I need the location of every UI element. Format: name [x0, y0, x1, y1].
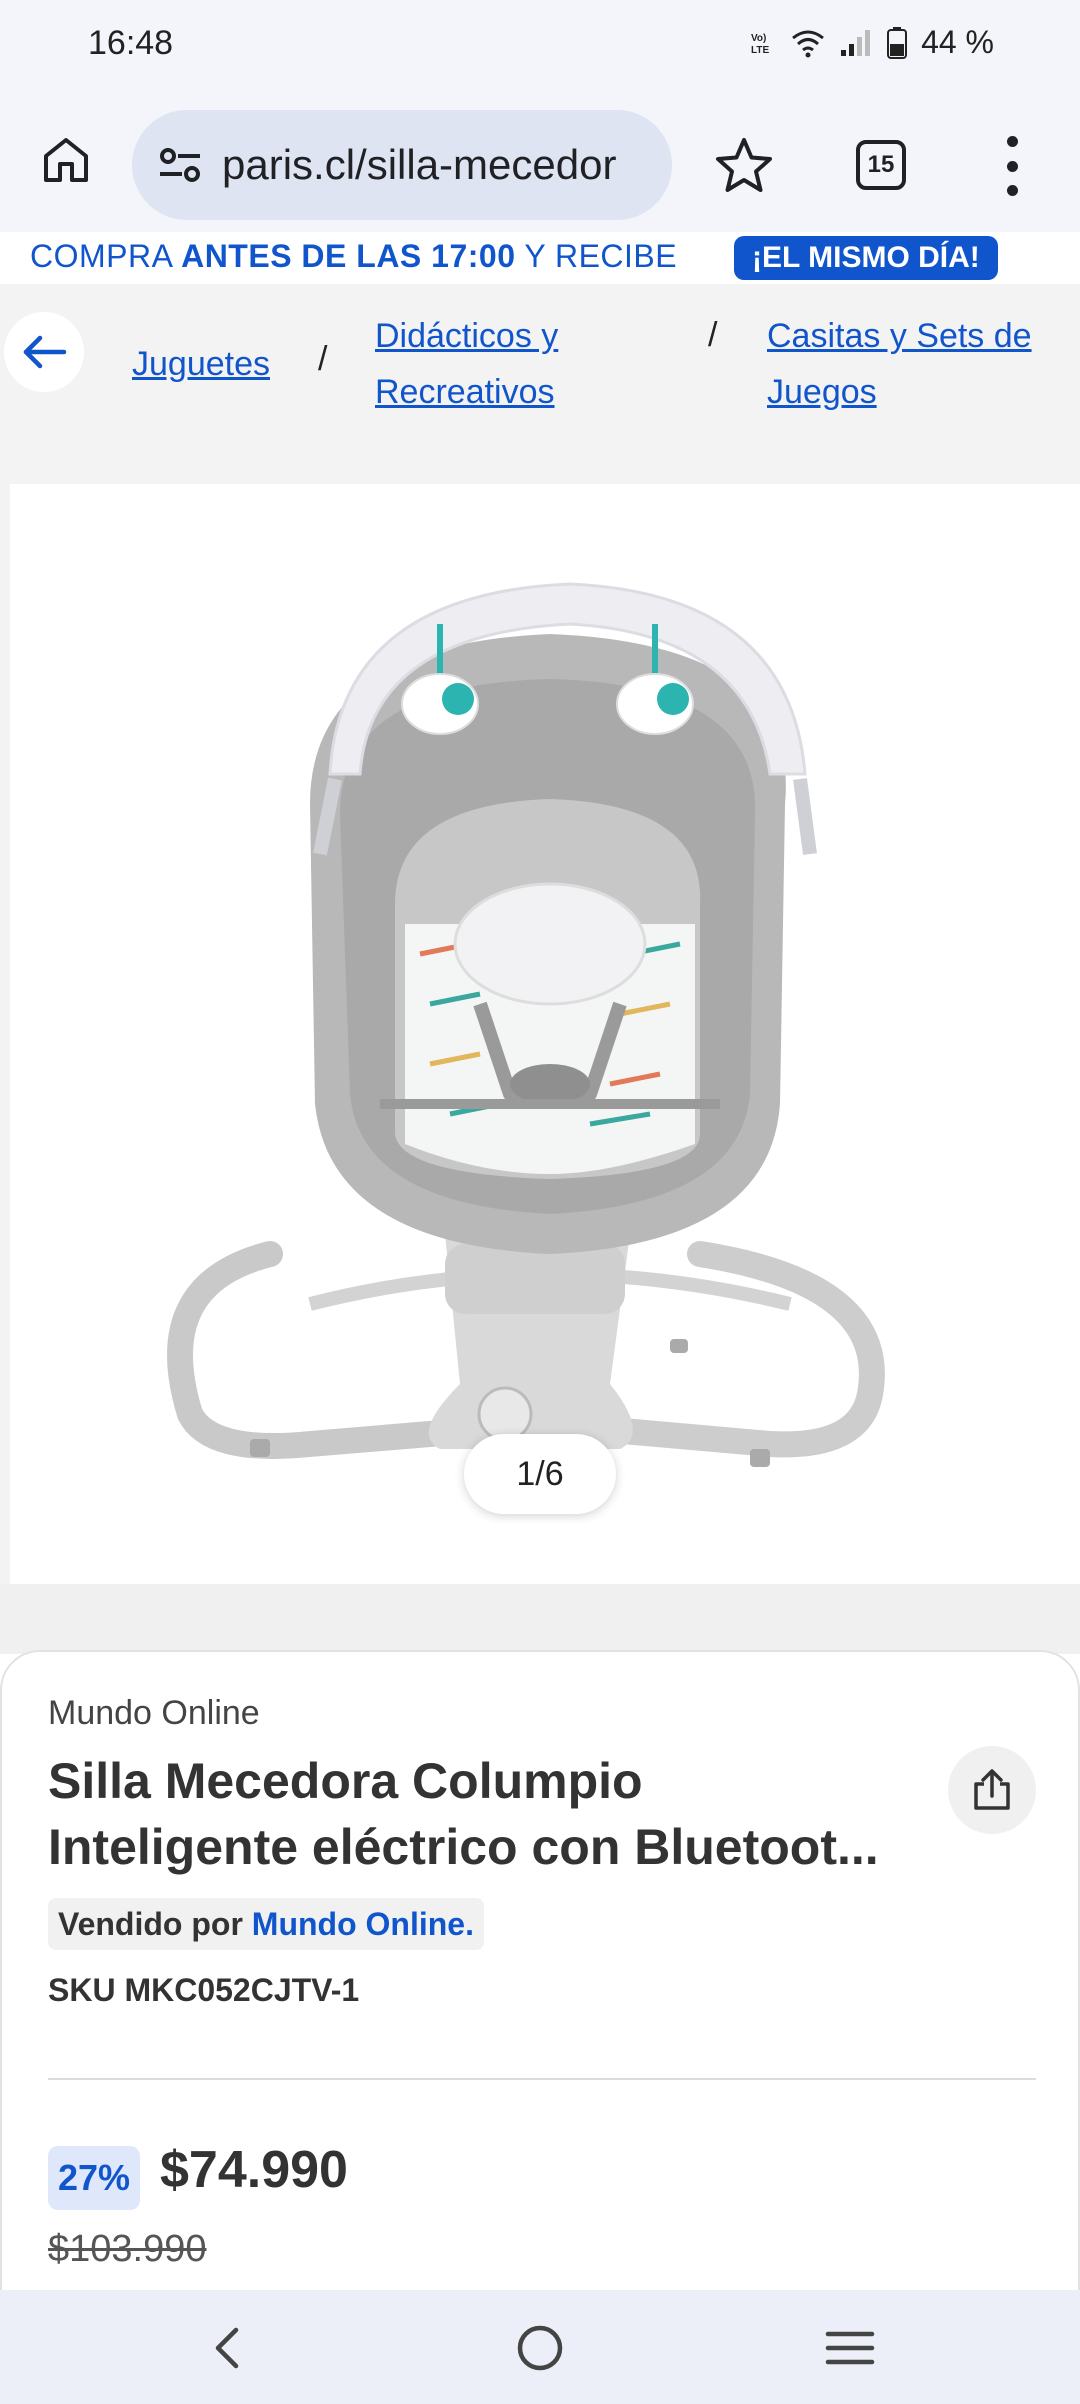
sold-by-seller-link[interactable]: Mundo Online. — [252, 1906, 474, 1942]
promo-text-part2: Y RECIBE — [515, 238, 678, 274]
bookmark-button[interactable] — [712, 134, 776, 198]
browser-menu-button[interactable] — [1000, 136, 1024, 196]
system-navigation-bar — [0, 2290, 1080, 2404]
original-price: $103.990 — [48, 2228, 207, 2270]
breadcrumb-item-label: Didácticos y — [375, 317, 559, 355]
home-button[interactable] — [36, 130, 96, 190]
breadcrumb-separator: / — [318, 340, 328, 378]
home-icon — [44, 138, 88, 182]
share-button[interactable] — [948, 1746, 1036, 1834]
address-bar[interactable]: paris.cl/silla-mecedor — [132, 110, 672, 220]
product-title-line: Inteligente eléctrico con Bluetoot... — [48, 1819, 879, 1875]
circle-home-icon — [517, 2325, 563, 2371]
nav-home-button[interactable] — [510, 2318, 570, 2378]
product-sku: SKU MKC052CJTV-1 — [48, 1972, 360, 2008]
breadcrumb-item-juguetes[interactable]: Juguetes — [132, 336, 270, 392]
svg-text:Vo): Vo) — [751, 33, 766, 44]
tab-count: 15 — [867, 151, 895, 178]
breadcrumb-item-didacticos[interactable]: Didácticos y Recreativos — [375, 308, 558, 420]
product-image[interactable] — [10, 484, 1080, 1584]
site-settings-icon[interactable] — [156, 141, 204, 189]
tab-switcher-button[interactable]: 15 — [856, 140, 906, 190]
promo-badge: ¡EL MISMO DÍA! — [734, 236, 998, 280]
nav-back-button[interactable] — [198, 2318, 258, 2378]
dot — [1006, 185, 1018, 196]
star-icon — [716, 138, 772, 192]
sold-by-label: Vendido por — [58, 1906, 243, 1942]
url-text: paris.cl/silla-mecedor — [222, 141, 617, 188]
recents-icon — [825, 2331, 875, 2365]
status-time: 16:48 — [88, 24, 174, 62]
share-icon — [974, 1769, 1010, 1810]
nav-recents-button[interactable] — [820, 2318, 880, 2378]
breadcrumb-item-label: Recreativos — [375, 373, 555, 411]
product-title-line: Silla Mecedora Columpio — [48, 1753, 643, 1809]
browser-toolbar: paris.cl/silla-mecedor 15 — [0, 90, 1080, 240]
chevron-left-icon — [215, 2327, 239, 2369]
current-price: $74.990 — [160, 2141, 348, 2199]
promo-banner[interactable]: COMPRA ANTES DE LAS 17:00 Y RECIBE ¡EL M… — [0, 232, 1080, 284]
status-icons: Vo) LTE 44 % — [749, 24, 994, 61]
breadcrumb-separator: / — [708, 316, 718, 354]
status-bar: 16:48 Vo) LTE 44 % — [0, 0, 1080, 90]
wifi-icon — [792, 30, 824, 57]
section-divider — [0, 1584, 1080, 1654]
back-button[interactable] — [4, 312, 84, 392]
image-counter: 1/6 — [464, 1434, 616, 1514]
sold-by-chip: Vendido por Mundo Online. — [48, 1898, 484, 1950]
breadcrumb-item-label: Juguetes — [132, 345, 270, 383]
volte-icon: Vo) LTE — [751, 33, 769, 56]
divider — [48, 2078, 1036, 2080]
product-title: Silla Mecedora Columpio Inteligente eléc… — [48, 1748, 948, 1880]
promo-text-part1: COMPRA — [30, 238, 182, 274]
dot — [1006, 136, 1018, 147]
breadcrumb-item-casitas[interactable]: Casitas y Sets de Juegos — [767, 308, 1032, 420]
promo-text-bold: ANTES DE LAS 17:00 — [181, 238, 516, 274]
seller-name[interactable]: Mundo Online — [48, 1694, 260, 1733]
breadcrumb-item-label: Juegos — [767, 373, 877, 411]
svg-text:LTE: LTE — [751, 45, 769, 56]
battery-icon — [887, 26, 908, 59]
battery-percent: 44 % — [921, 24, 994, 60]
arrow-left-icon — [23, 335, 67, 369]
breadcrumb-item-label: Casitas y Sets de — [767, 317, 1032, 355]
dot — [1006, 160, 1018, 172]
discount-badge: 27% — [48, 2146, 141, 2210]
product-gallery[interactable]: 1/6 — [0, 484, 1080, 1584]
signal-icon — [841, 29, 871, 56]
promo-text: COMPRA ANTES DE LAS 17:00 Y RECIBE — [30, 238, 677, 275]
product-image-container — [10, 484, 1080, 1584]
